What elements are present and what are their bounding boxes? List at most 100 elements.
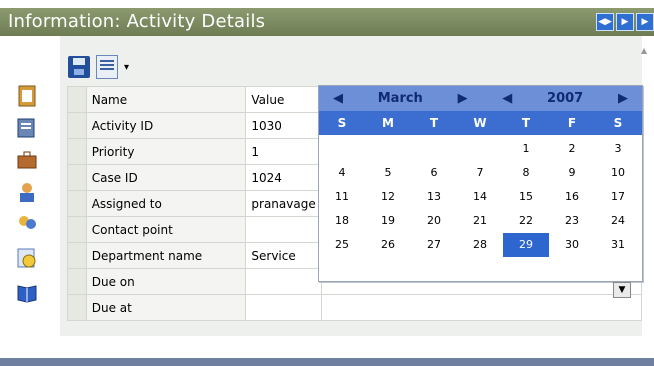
- form-edit-icon[interactable]: [16, 116, 38, 140]
- window-controls: ◀▶ ▶ ▶: [596, 13, 654, 31]
- calendar-day[interactable]: 30: [549, 233, 595, 257]
- next-year-button[interactable]: ▶: [618, 91, 628, 106]
- calendar-day[interactable]: 29: [503, 233, 549, 257]
- row-gutter: [67, 190, 87, 217]
- weekday-label: T: [521, 116, 531, 130]
- calendar-empty: [319, 137, 365, 161]
- calendar-day[interactable]: 1: [503, 137, 549, 161]
- weekday-label: S: [613, 116, 623, 130]
- left-icon-bar: [0, 36, 50, 356]
- calendar-day[interactable]: 13: [411, 185, 457, 209]
- row-gutter: [67, 294, 87, 321]
- calendar-day[interactable]: 9: [549, 161, 595, 185]
- calendar-day[interactable]: 25: [319, 233, 365, 257]
- briefcase-icon[interactable]: [16, 148, 38, 172]
- prev-month-button[interactable]: ◀: [333, 91, 343, 106]
- header-value: Value: [245, 86, 322, 113]
- calendar-day[interactable]: 17: [595, 185, 641, 209]
- calendar-day[interactable]: 5: [365, 161, 411, 185]
- row-value: pranavage: [245, 190, 322, 217]
- row-value-ext: [320, 294, 643, 321]
- row-value: 1030: [245, 112, 322, 139]
- group-icon[interactable]: [16, 212, 38, 236]
- weekday-row: S M T W T F S: [319, 111, 642, 135]
- row-name: Due on: [85, 268, 247, 295]
- book-icon[interactable]: [16, 280, 38, 304]
- calendar-empty: [457, 137, 503, 161]
- calendar-day[interactable]: 4: [319, 161, 365, 185]
- row-gutter: [67, 242, 87, 269]
- window-title: Information: Activity Details: [8, 11, 266, 32]
- row-name: Contact point: [85, 216, 247, 243]
- calendar-header: ◀ March ▶ ◀ 2007 ▶: [319, 86, 642, 111]
- clock-doc-icon[interactable]: [16, 246, 38, 270]
- calendar-day[interactable]: 20: [411, 209, 457, 233]
- user-icon[interactable]: [16, 180, 38, 204]
- clipboard-icon[interactable]: [16, 84, 38, 108]
- prev-year-button[interactable]: ◀: [502, 91, 512, 106]
- next-month-button[interactable]: ▶: [458, 91, 468, 106]
- day-grid: 1 2 3 4 5 6 7 8 9 10 11 12 13 14 15 16 17 18 19 20 21 22 23 24 2…: [319, 135, 642, 257]
- priority-field[interactable]: 1: [245, 138, 322, 165]
- row-gutter: [67, 86, 87, 113]
- row-gutter: [67, 164, 87, 191]
- calendar-day[interactable]: 2: [549, 137, 595, 161]
- calendar-day[interactable]: 3: [595, 137, 641, 161]
- weekday-label: M: [382, 116, 394, 130]
- calendar-day[interactable]: 26: [365, 233, 411, 257]
- calendar-empty: [365, 137, 411, 161]
- extra-button[interactable]: ▶: [636, 13, 654, 31]
- due-at-field[interactable]: [245, 294, 322, 321]
- row-value: 1024: [245, 164, 322, 191]
- chevron-down-icon[interactable]: ▾: [124, 62, 129, 73]
- next-button[interactable]: ▶: [616, 13, 634, 31]
- restore-button[interactable]: ◀▶: [596, 13, 614, 31]
- due-on-field[interactable]: [245, 268, 322, 295]
- calendar-day[interactable]: 16: [549, 185, 595, 209]
- window-titlebar: Information: Activity Details ◀▶ ▶ ▶: [0, 8, 654, 36]
- due-on-dropdown-button[interactable]: ▼: [613, 282, 631, 298]
- row-name: Priority: [85, 138, 247, 165]
- calendar-day[interactable]: 23: [549, 209, 595, 233]
- row-name: Case ID: [85, 164, 247, 191]
- row-gutter: [67, 112, 87, 139]
- table-row[interactable]: Due at: [67, 294, 643, 321]
- calendar-day[interactable]: 6: [411, 161, 457, 185]
- row-gutter: [67, 138, 87, 165]
- row-name: Assigned to: [85, 190, 247, 217]
- date-picker-calendar: ◀ March ▶ ◀ 2007 ▶ S M T W T F S 1234567…: [318, 85, 643, 282]
- scroll-up-arrow[interactable]: ▲: [641, 46, 653, 60]
- row-value: Service: [245, 242, 322, 269]
- calendar-day[interactable]: 15: [503, 185, 549, 209]
- calendar-day[interactable]: 11: [319, 185, 365, 209]
- calendar-day[interactable]: 21: [457, 209, 503, 233]
- weekday-label: F: [567, 116, 577, 130]
- calendar-day[interactable]: 7: [457, 161, 503, 185]
- edit-icon[interactable]: [96, 55, 118, 79]
- calendar-day[interactable]: 22: [503, 209, 549, 233]
- calendar-day[interactable]: 24: [595, 209, 641, 233]
- row-name: Department name: [85, 242, 247, 269]
- calendar-day[interactable]: 27: [411, 233, 457, 257]
- calendar-day[interactable]: 31: [595, 233, 641, 257]
- weekday-label: T: [429, 116, 439, 130]
- row-name: Activity ID: [85, 112, 247, 139]
- calendar-day[interactable]: 12: [365, 185, 411, 209]
- save-icon[interactable]: [68, 56, 90, 78]
- row-gutter: [67, 268, 87, 295]
- calendar-day[interactable]: 8: [503, 161, 549, 185]
- toolbar: ▾: [68, 54, 129, 80]
- row-value: [245, 216, 322, 243]
- row-gutter: [67, 216, 87, 243]
- calendar-day[interactable]: 10: [595, 161, 641, 185]
- header-name: Name: [85, 86, 247, 113]
- calendar-day[interactable]: 28: [457, 233, 503, 257]
- calendar-month: March: [377, 91, 423, 106]
- calendar-day[interactable]: 18: [319, 209, 365, 233]
- weekday-label: S: [337, 116, 347, 130]
- calendar-day[interactable]: 19: [365, 209, 411, 233]
- calendar-year: 2007: [547, 91, 584, 106]
- status-strip: [0, 358, 654, 366]
- calendar-day[interactable]: 14: [457, 185, 503, 209]
- weekday-label: W: [473, 116, 487, 130]
